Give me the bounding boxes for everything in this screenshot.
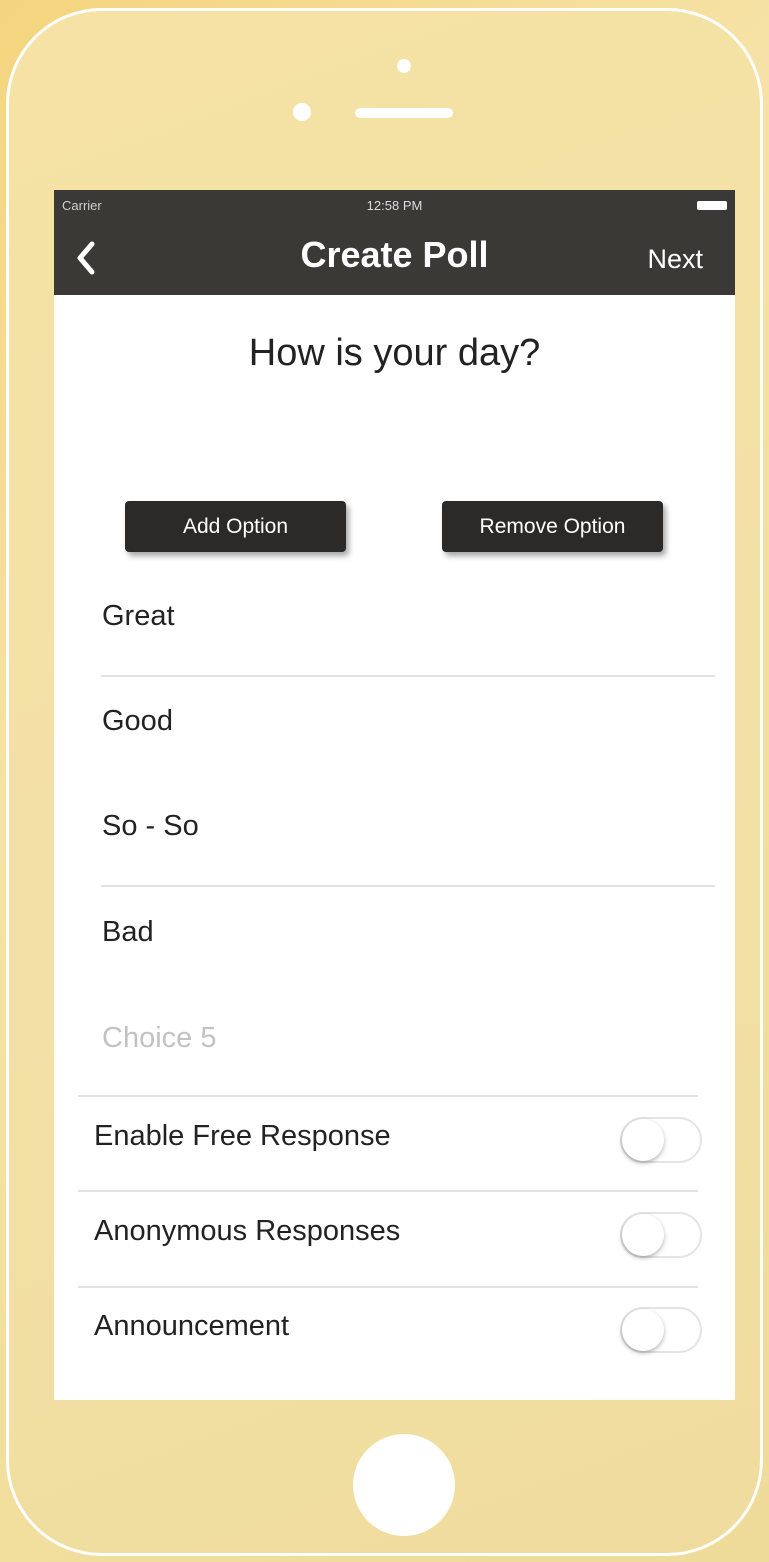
announcement-label: Announcement [94,1310,290,1342]
option-field-1[interactable]: Great [102,600,175,633]
navigation-bar: Carrier 12:58 PM Create Poll Next [54,190,735,295]
page-title: Create Poll [300,234,489,275]
front-camera [293,103,311,121]
option-field-2[interactable]: Good [102,705,173,738]
free-response-toggle[interactable] [620,1117,702,1163]
toggle-knob [622,1119,664,1161]
front-sensor [397,59,411,73]
option-divider [101,885,715,887]
settings-divider [78,1095,698,1097]
toggle-knob [622,1214,664,1256]
home-button[interactable] [353,1434,455,1536]
anonymous-responses-toggle[interactable] [620,1212,702,1258]
settings-divider [78,1286,698,1288]
earpiece-speaker [355,108,453,118]
option-divider [101,675,715,677]
settings-divider [78,1190,698,1192]
toggle-knob [622,1309,664,1351]
battery-icon [697,201,727,210]
add-option-button[interactable]: Add Option [125,501,346,552]
option-field-3[interactable]: So - So [102,810,199,843]
free-response-label: Enable Free Response [94,1120,391,1152]
option-field-4[interactable]: Bad [102,916,154,949]
option-field-5[interactable]: Choice 5 [102,1022,216,1055]
anonymous-responses-label: Anonymous Responses [94,1215,401,1247]
status-time: 12:58 PM [366,198,423,213]
poll-question[interactable]: How is your day? [54,332,735,375]
next-button[interactable]: Next [647,244,703,275]
app-screen: Carrier 12:58 PM Create Poll Next How is… [54,190,735,1400]
remove-option-button[interactable]: Remove Option [442,501,663,552]
announcement-toggle[interactable] [620,1307,702,1353]
